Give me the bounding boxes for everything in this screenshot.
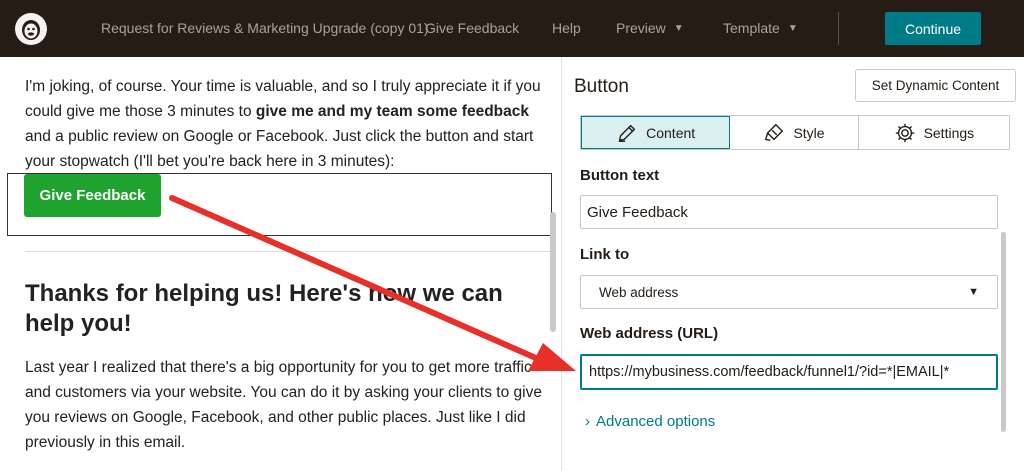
chevron-right-icon: › bbox=[585, 413, 590, 430]
top-bar: Request for Reviews & Marketing Upgrade … bbox=[0, 0, 1024, 57]
continue-button[interactable]: Continue bbox=[885, 12, 981, 45]
paint-icon bbox=[765, 123, 784, 141]
nav-preview-label: Preview bbox=[616, 20, 666, 36]
nav-help[interactable]: Help bbox=[552, 20, 581, 36]
url-label: Web address (URL) bbox=[580, 325, 719, 342]
campaign-name[interactable]: Request for Reviews & Marketing Upgrade … bbox=[101, 20, 429, 36]
preview-paragraph-1: I'm joking, of course. Your time is valu… bbox=[25, 74, 555, 174]
preview-heading: Thanks for helping us! Here's how we can… bbox=[25, 280, 503, 337]
tab-style-label: Style bbox=[793, 124, 825, 141]
advanced-options-label: Advanced options bbox=[596, 413, 716, 430]
panel-title: Button bbox=[574, 76, 629, 97]
advanced-options-toggle[interactable]: › Advanced options bbox=[585, 413, 715, 430]
preview-scrollbar[interactable] bbox=[550, 212, 556, 332]
tab-settings[interactable]: Settings bbox=[859, 116, 1009, 149]
button-text-label: Button text bbox=[580, 167, 660, 184]
divider bbox=[25, 251, 550, 252]
url-input[interactable]: https://mybusiness.com/feedback/funnel1/… bbox=[580, 354, 998, 390]
chevron-down-icon: ▼ bbox=[968, 286, 979, 298]
panel-tabs: Content Style Settings bbox=[580, 115, 1010, 150]
preview-paragraph-2: Last year I realized that there's a big … bbox=[25, 359, 542, 451]
pencil-icon bbox=[618, 124, 636, 142]
chevron-down-icon: ▼ bbox=[673, 22, 684, 34]
button-text-input[interactable]: Give Feedback bbox=[580, 195, 998, 229]
tab-content-label: Content bbox=[646, 124, 696, 141]
set-dynamic-content-button[interactable]: Set Dynamic Content bbox=[855, 69, 1016, 102]
tab-content[interactable]: Content bbox=[581, 116, 731, 149]
link-to-label: Link to bbox=[580, 246, 630, 263]
topbar-divider bbox=[838, 12, 839, 45]
para1-text-end: and a public review on Google or Faceboo… bbox=[25, 128, 534, 170]
link-to-select[interactable]: Web address ▼ bbox=[580, 275, 998, 309]
nav-help-label: Help bbox=[552, 20, 581, 36]
email-preview[interactable]: I'm joking, of course. Your time is valu… bbox=[0, 57, 561, 471]
nav-give-feedback-label: Give Feedback bbox=[425, 20, 520, 36]
tab-settings-label: Settings bbox=[923, 124, 975, 141]
gear-icon bbox=[895, 123, 914, 142]
nav-template[interactable]: Template ▼ bbox=[723, 20, 798, 36]
para1-bold-text: give me and my team some feedback bbox=[255, 103, 529, 120]
panel-scrollbar[interactable] bbox=[1001, 232, 1006, 432]
give-feedback-button[interactable]: Give Feedback bbox=[24, 174, 161, 217]
chevron-down-icon: ▼ bbox=[787, 22, 798, 34]
tab-style[interactable]: Style bbox=[730, 116, 859, 149]
nav-preview[interactable]: Preview ▼ bbox=[616, 20, 684, 36]
link-to-value: Web address bbox=[599, 284, 679, 300]
nav-template-label: Template bbox=[723, 20, 780, 36]
mailchimp-logo-icon[interactable] bbox=[14, 12, 48, 46]
button-settings-panel: Button Set Dynamic Content Content Style… bbox=[561, 57, 1024, 471]
nav-give-feedback[interactable]: Give Feedback bbox=[425, 20, 519, 36]
